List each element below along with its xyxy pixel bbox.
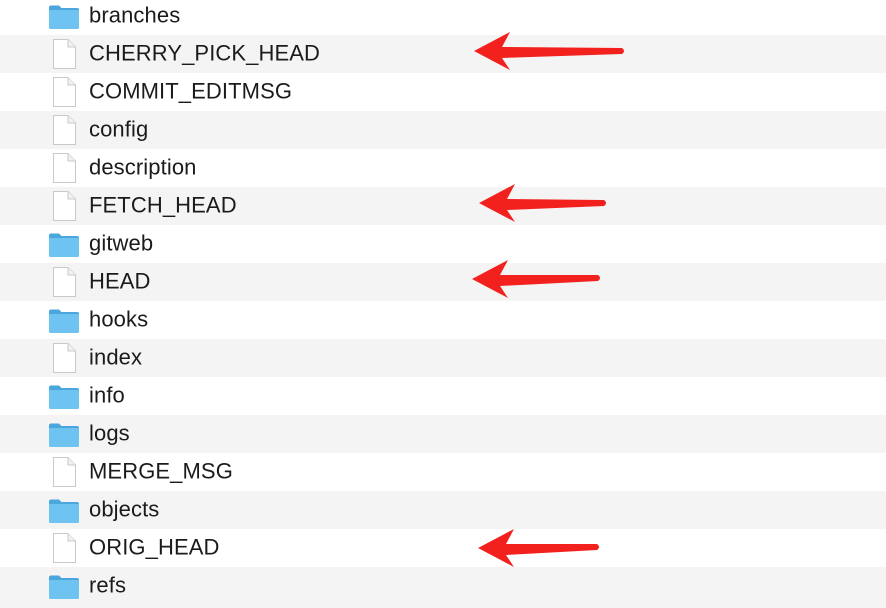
red-arrow-icon: [474, 32, 624, 70]
document-icon: [53, 115, 76, 145]
list-item[interactable]: HEAD: [0, 263, 886, 301]
list-item[interactable]: logs: [0, 415, 886, 453]
file-name: logs: [89, 420, 130, 446]
file-name: ORIG_HEAD: [89, 534, 220, 560]
file-name: gitweb: [89, 230, 154, 256]
file-name: hooks: [89, 306, 149, 332]
file-name: refs: [89, 572, 127, 598]
document-icon: [53, 191, 76, 221]
document-icon: [53, 457, 76, 487]
folder-icon: [49, 309, 79, 333]
list-item[interactable]: ORIG_HEAD: [0, 529, 886, 567]
file-name: MERGE_MSG: [89, 458, 233, 484]
file-name: objects: [89, 496, 160, 522]
list-item[interactable]: hooks: [0, 301, 886, 339]
file-name: config: [89, 116, 149, 142]
document-icon: [53, 39, 76, 69]
list-item[interactable]: objects: [0, 491, 886, 529]
document-icon: [53, 267, 76, 297]
document-icon: [53, 77, 76, 107]
list-item[interactable]: MERGE_MSG: [0, 453, 886, 491]
folder-icon: [49, 499, 79, 523]
file-name: index: [89, 344, 143, 370]
file-name: info: [89, 382, 125, 408]
document-icon: [53, 153, 76, 183]
document-icon: [53, 533, 76, 563]
file-list: branches CHERRY_PICK_HEAD COMMIT_EDITMSG…: [0, 0, 886, 605]
file-name: COMMIT_EDITMSG: [89, 78, 293, 104]
file-name: FETCH_HEAD: [89, 192, 237, 218]
red-arrow-icon: [479, 184, 606, 222]
list-item[interactable]: COMMIT_EDITMSG: [0, 73, 886, 111]
document-icon: [53, 343, 76, 373]
folder-icon: [49, 233, 79, 257]
red-arrow-icon: [472, 260, 600, 298]
list-item[interactable]: CHERRY_PICK_HEAD: [0, 35, 886, 73]
list-item[interactable]: index: [0, 339, 886, 377]
list-bottom-edge: [0, 603, 886, 608]
list-item[interactable]: description: [0, 149, 886, 187]
folder-icon: [49, 575, 79, 599]
file-name: CHERRY_PICK_HEAD: [89, 40, 321, 66]
list-item[interactable]: branches: [0, 0, 886, 35]
list-item[interactable]: gitweb: [0, 225, 886, 263]
red-arrow-icon: [478, 529, 599, 567]
file-name: branches: [89, 2, 181, 28]
folder-icon: [49, 423, 79, 447]
list-item[interactable]: config: [0, 111, 886, 149]
file-name: HEAD: [89, 268, 151, 294]
folder-icon: [49, 385, 79, 409]
list-item[interactable]: FETCH_HEAD: [0, 187, 886, 225]
list-item[interactable]: info: [0, 377, 886, 415]
file-name: description: [89, 154, 197, 180]
folder-icon: [49, 5, 79, 29]
list-item[interactable]: refs: [0, 567, 886, 605]
